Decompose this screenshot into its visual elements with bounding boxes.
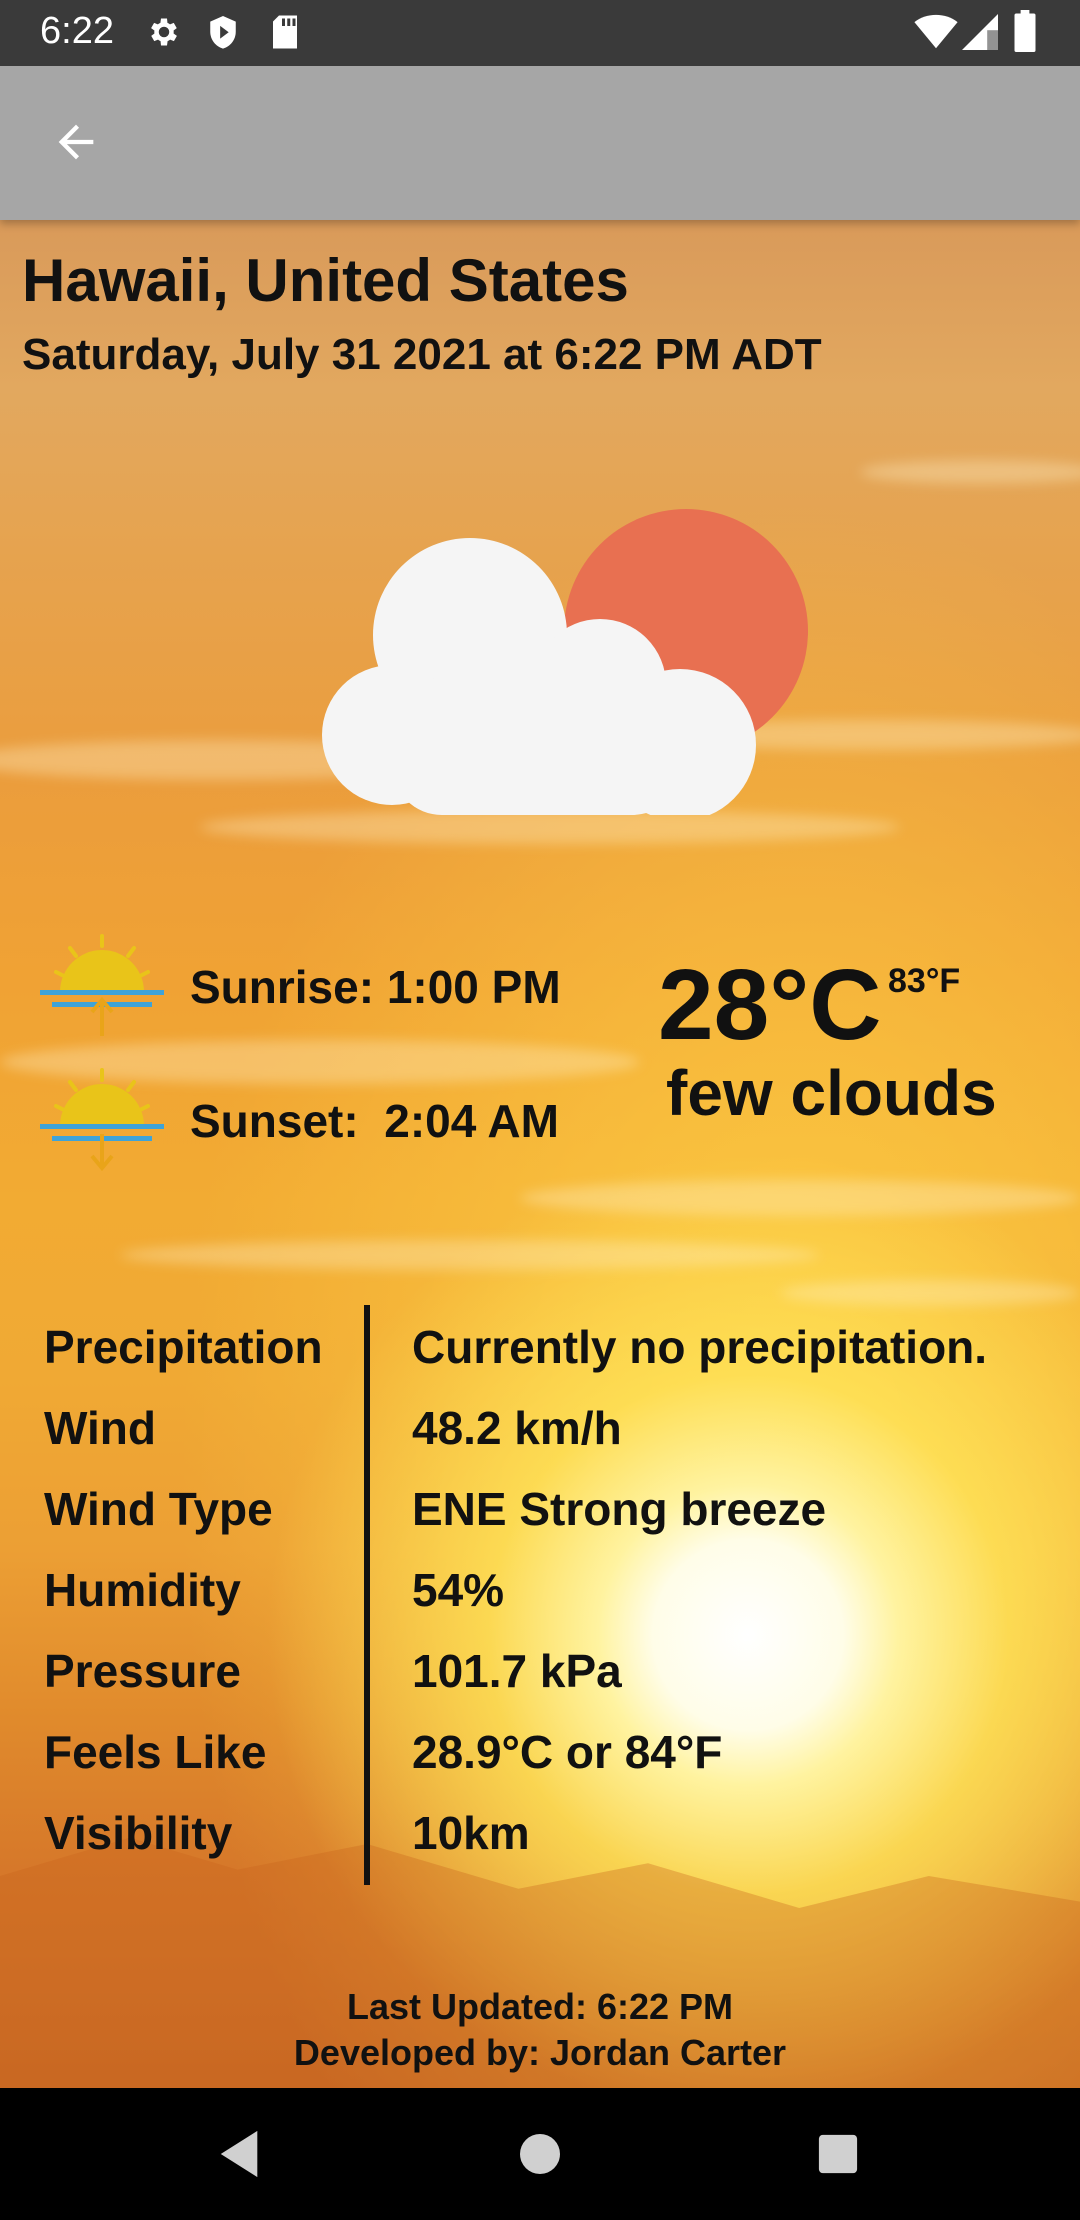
sky-cloud-streak xyxy=(120,1240,820,1270)
status-time: 6:22 xyxy=(40,10,114,52)
sunrise-label: Sunrise: 1:00 PM xyxy=(190,961,561,1013)
detail-label: Wind xyxy=(44,1402,156,1454)
nav-home-button[interactable] xyxy=(504,2118,576,2190)
detail-value: 101.7 kPa xyxy=(412,1645,622,1697)
signal-icon xyxy=(962,14,998,55)
sky-cloud-streak xyxy=(200,810,900,844)
location-title: Hawaii, United States xyxy=(22,247,629,314)
navigation-bar xyxy=(0,2088,1080,2220)
sunset-row: Sunset: 2:04 AM xyxy=(40,1066,559,1176)
detail-value: 28.9°C or 84°F xyxy=(412,1726,723,1778)
detail-label: Precipitation xyxy=(44,1321,323,1373)
wifi-icon xyxy=(914,14,958,55)
temperature-celsius: 28°C xyxy=(658,949,882,1061)
gear-icon xyxy=(146,14,182,55)
developer-credit: Developed by: Jordan Carter xyxy=(293,2032,787,2073)
triangle-back-icon xyxy=(220,2130,258,2178)
arrow-left-icon xyxy=(50,116,102,173)
sky-cloud-streak xyxy=(520,1180,1080,1216)
square-recents-icon xyxy=(818,2134,858,2174)
detail-label: Feels Like xyxy=(44,1726,267,1778)
detail-label: Wind Type xyxy=(44,1483,273,1535)
battery-icon xyxy=(1014,10,1036,57)
details-divider xyxy=(364,1305,370,1885)
sunrise-row: Sunrise: 1:00 PM xyxy=(40,932,561,1042)
sky-cloud-streak xyxy=(860,460,1080,484)
weather-condition: few clouds xyxy=(666,1057,997,1129)
detail-label: Visibility xyxy=(44,1807,233,1859)
detail-label: Humidity xyxy=(44,1564,241,1616)
weather-screen: 6:22 Hawaii, United States Saturday, Jul… xyxy=(0,0,1080,2220)
sky-cloud-streak xyxy=(780,1280,1080,1306)
detail-value: 48.2 km/h xyxy=(412,1402,622,1454)
weather-content: Hawaii, United States Saturday, July 31 … xyxy=(0,220,1080,2088)
temperature-fahrenheit: 83°F xyxy=(888,962,961,1000)
sunset-label: Sunset: 2:04 AM xyxy=(190,1095,559,1147)
partly-cloudy-icon xyxy=(322,509,808,815)
sd-card-icon xyxy=(270,14,300,55)
sunset-icon xyxy=(40,1068,164,1172)
shield-icon xyxy=(206,14,240,57)
nav-recents-button[interactable] xyxy=(802,2118,874,2190)
detail-value: Currently no precipitation. xyxy=(412,1321,988,1373)
back-button[interactable] xyxy=(40,108,112,180)
status-bar: 6:22 xyxy=(0,0,1080,66)
detail-label: Pressure xyxy=(44,1645,241,1697)
date-time: Saturday, July 31 2021 at 6:22 PM ADT xyxy=(22,330,822,379)
detail-value: 54% xyxy=(412,1564,505,1616)
nav-back-button[interactable] xyxy=(204,2118,276,2190)
detail-value: 10km xyxy=(412,1807,530,1859)
app-bar xyxy=(0,66,1080,220)
sunrise-icon xyxy=(40,934,164,1036)
detail-value: ENE Strong breeze xyxy=(412,1483,827,1535)
circle-home-icon xyxy=(520,2134,560,2174)
last-updated: Last Updated: 6:22 PM xyxy=(346,1986,734,2027)
